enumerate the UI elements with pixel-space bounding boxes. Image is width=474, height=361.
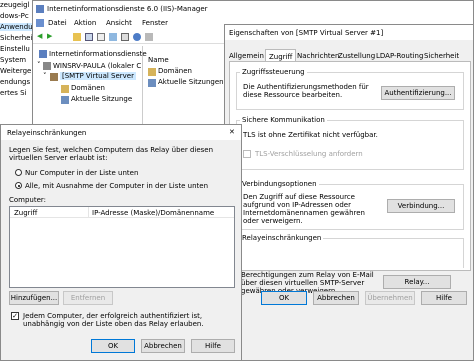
tab-nachrichten[interactable]: Nachrichten (297, 52, 339, 60)
access-control-title: Zugriffssteuerung (240, 68, 307, 76)
expand-server-icon[interactable]: ˅ (37, 61, 41, 69)
secure-comm-group: Sichere Kommunikation TLS ist ohne Zerti… (236, 116, 464, 170)
radio-all-except-label: Alle, mit Ausnahme der Computer in der L… (25, 182, 209, 190)
tree-server[interactable]: WINSRV-PAULA (lokaler C (53, 62, 141, 70)
relay-help-button[interactable]: Hilfe (191, 339, 235, 353)
tab-allgemein[interactable]: Allgemein (229, 52, 264, 60)
secure-comm-title: Sichere Kommunikation (240, 116, 327, 124)
iis-root-icon (39, 50, 47, 58)
iis-title-bar: Internetinformationsdienste 6.0 (IIS)-Ma… (33, 1, 473, 16)
folder-up-icon[interactable] (73, 33, 81, 41)
properties-title: Eigenschaften von [SMTP Virtual Server #… (229, 29, 384, 37)
list-item-domains[interactable]: Domänen (158, 67, 192, 75)
tab-sicherheit[interactable]: Sicherheit (424, 52, 459, 60)
properties-icon[interactable] (97, 33, 105, 41)
smtp-server-icon (50, 73, 58, 81)
relay-group: Relayeinschränkungen (236, 234, 464, 268)
relay-intro-text: Legen Sie fest, welchen Computern das Re… (9, 146, 214, 162)
strip-item-7: Weitergel (0, 67, 34, 75)
close-icon[interactable]: ✕ (229, 128, 235, 136)
refresh-icon[interactable] (109, 33, 117, 41)
strip-item-2: dows-Pc (0, 12, 29, 20)
strip-item-5: Einstellu (0, 45, 30, 53)
properties-dialog: Eigenschaften von [SMTP Virtual Server #… (224, 24, 474, 361)
list-header-name[interactable]: Name (148, 56, 169, 64)
list-item-sessions[interactable]: Aktuelle Sitzungen (158, 78, 224, 86)
connection-group: Verbindungsoptionen Den Zugriff auf dies… (236, 180, 464, 230)
computer-label: Computer: (9, 196, 47, 204)
help-icon[interactable] (133, 33, 141, 41)
relay-button[interactable]: Relay... (383, 275, 451, 289)
connection-button[interactable]: Verbindung... (387, 199, 455, 213)
connection-text: Den Zugriff auf diese Ressource aufgrund… (243, 193, 365, 225)
properties-title-bar: Eigenschaften von [SMTP Virtual Server #… (225, 25, 473, 40)
strip-item-8: endungs (0, 78, 31, 86)
list-sessions-icon (148, 79, 156, 87)
tree-root[interactable]: Internetinformationsdienste (49, 50, 147, 58)
computer-list-header: Zugriff IP-Adresse (Maske)/Domänenname (10, 207, 234, 218)
connection-title: Verbindungsoptionen (240, 180, 319, 188)
column-divider (88, 207, 89, 218)
add-button[interactable]: Hinzufügen... (9, 291, 59, 305)
auth-relay-checkbox-label: Jedem Computer, der erfolgreich authenti… (23, 312, 204, 328)
relay-dialog-title: Relayeinschränkungen (7, 129, 87, 137)
tab-zustellung[interactable]: Zustellung (338, 52, 375, 60)
menu-aktion[interactable]: Aktion (74, 19, 96, 27)
strip-item-4: Sicherhei (0, 34, 33, 42)
show-tree-icon[interactable] (85, 33, 93, 41)
tls-checkbox-label: TLS-Verschlüsselung anfordern (255, 150, 363, 158)
secure-comm-text: TLS ist ohne Zertifikat nicht verfügbar. (243, 131, 378, 139)
menu-datei[interactable]: Datei (48, 19, 67, 27)
properties-help-button[interactable]: Hilfe (421, 291, 467, 305)
radio-only-listed-label: Nur Computer in der Liste unten (25, 169, 139, 177)
tree-smtp-server[interactable]: [SMTP Virtual Server (60, 72, 136, 80)
menu-fenster[interactable]: Fenster (142, 19, 168, 27)
strip-item-9: ertes Si (0, 89, 27, 97)
expand-smtp-icon[interactable]: ˅ (43, 72, 47, 80)
menu-app-icon (36, 19, 44, 27)
list-domains-icon (148, 68, 156, 76)
relay-group-title: Relayeinschränkungen (240, 234, 324, 242)
iis-tree-pane: Internetinformationsdienste ˅ WINSRV-PAU… (33, 46, 147, 126)
tree-sessions[interactable]: Aktuelle Sitzunge (71, 95, 132, 103)
access-control-group: Zugriffssteuerung Die Authentifizierungs… (236, 68, 464, 110)
remove-button[interactable]: Entfernen (63, 291, 113, 305)
properties-apply-button[interactable]: Übernehmen (365, 291, 415, 305)
column-ip-domain[interactable]: IP-Adresse (Maske)/Domänenname (92, 209, 214, 217)
domains-icon (61, 85, 69, 93)
relay-dialog: Relayeinschränkungen ✕ Legen Sie fest, w… (0, 124, 242, 361)
properties-cancel-button[interactable]: Abbrechen (313, 291, 359, 305)
relay-cancel-button[interactable]: Abbrechen (141, 339, 185, 353)
tab-ldap-routing[interactable]: LDAP-Routing (376, 52, 423, 60)
auth-relay-checkbox[interactable]: ✓ (11, 312, 19, 320)
properties-ok-button[interactable]: OK (261, 291, 307, 305)
authentication-button[interactable]: Authentifizierung... (381, 86, 455, 100)
radio-only-listed[interactable] (15, 169, 22, 176)
access-tab-panel: Zugriffssteuerung Die Authentifizierungs… (229, 61, 471, 271)
column-access[interactable]: Zugriff (14, 209, 37, 217)
strip-item-1: zeugeigl (0, 1, 30, 9)
back-icon[interactable]: ◀ (37, 32, 42, 40)
strip-item-6: System (0, 56, 27, 64)
tree-domains[interactable]: Domänen (71, 84, 105, 92)
iis-window-title: Internetinformationsdienste 6.0 (IIS)-Ma… (47, 5, 208, 13)
forward-icon[interactable]: ▶ (47, 32, 52, 40)
relay-dialog-title-bar: Relayeinschränkungen ✕ (1, 125, 241, 140)
server-icon (43, 62, 51, 70)
radio-all-except[interactable] (15, 182, 22, 189)
console-icon[interactable] (145, 33, 153, 41)
sessions-icon (61, 96, 69, 104)
properties-tabs: Allgemein Zugriff Nachrichten Zustellung… (227, 49, 473, 62)
iis-list-pane: Name Domänen Aktuelle Sitzungen (145, 46, 235, 126)
relay-ok-button[interactable]: OK (91, 339, 135, 353)
export-icon[interactable] (121, 33, 129, 41)
access-control-text: Die Authentifizierungsmethoden für diese… (243, 83, 369, 99)
tls-checkbox[interactable] (243, 150, 251, 158)
menu-ansicht[interactable]: Ansicht (106, 19, 132, 27)
computer-list[interactable]: Zugriff IP-Adresse (Maske)/Domänenname (9, 206, 235, 288)
iis-app-icon (36, 5, 44, 13)
